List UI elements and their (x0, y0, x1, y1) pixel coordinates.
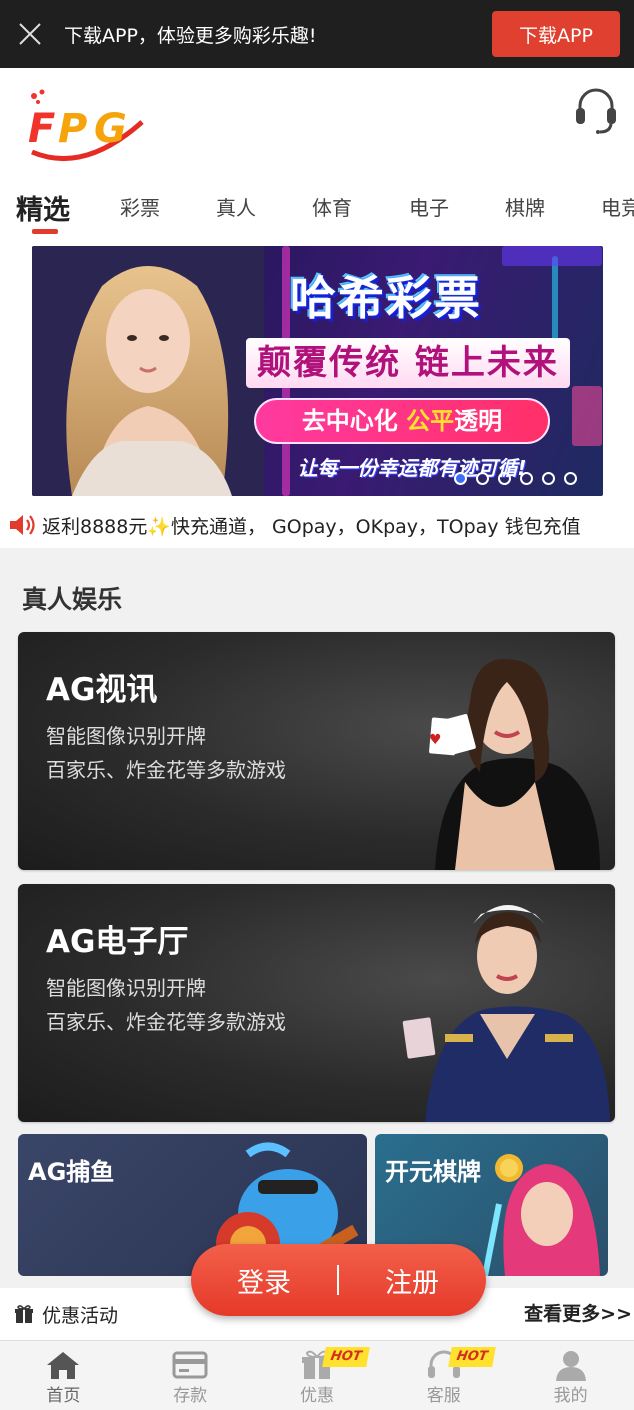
card-desc-line2: 百家乐、炸金花等多款游戏 (46, 758, 286, 782)
card-icon (172, 1351, 208, 1379)
carousel-dots (454, 472, 577, 485)
hot-badge: HOT (321, 1347, 370, 1367)
nav-profile[interactable]: 我的 (507, 1341, 634, 1410)
nav-label: 优惠 (299, 1386, 334, 1406)
tagline-end: 透明 (454, 407, 503, 435)
category-tabs: 精选 彩票 真人 体育 电子 棋牌 电竞 (0, 178, 634, 240)
svg-text:G: G (94, 106, 127, 152)
register-button[interactable]: 注册 (339, 1261, 485, 1300)
carousel-dot[interactable] (520, 472, 533, 485)
download-app-bar: 下载APP，体验更多购彩乐趣! 下载APP (0, 0, 634, 68)
bottom-nav: 首页 存款 HOT 优惠 HOT 客服 我的 (0, 1340, 634, 1410)
notice-marquee[interactable]: 返利8888元✨快充通道， GOpay，OKpay，TOpay 钱包充值 (0, 502, 634, 548)
character-image (482, 1154, 600, 1276)
view-more-link[interactable]: 查看更多>> (524, 1299, 632, 1326)
card-desc-line2: 百家乐、炸金花等多款游戏 (46, 1010, 286, 1034)
banner-subtitle: 颠覆传统 链上未来 (246, 338, 570, 388)
carousel-dot[interactable] (454, 472, 467, 485)
svg-text:P: P (58, 106, 87, 152)
tab-cards[interactable]: 棋牌 (505, 192, 545, 221)
header: F P G (0, 68, 634, 178)
banner-slide[interactable]: 哈希彩票 颠覆传统 链上未来 去中心化 公平透明 让每一份幸运都有迹可循! (32, 246, 603, 496)
tagline-part: 去中心化 (301, 407, 407, 435)
tab-slots[interactable]: 电子 (409, 192, 449, 221)
download-app-button[interactable]: 下载APP (492, 11, 620, 57)
card-desc-line1: 智能图像识别开牌 (46, 724, 206, 748)
card-desc-line1: 智能图像识别开牌 (46, 976, 206, 1000)
card-title: AG捕鱼 (28, 1158, 115, 1186)
svg-text:♥: ♥ (429, 732, 442, 748)
carousel-dot[interactable] (476, 472, 489, 485)
login-button[interactable]: 登录 (191, 1261, 337, 1300)
tab-esports[interactable]: 电竞 (601, 192, 634, 221)
nav-home[interactable]: 首页 (0, 1341, 127, 1410)
dealer-image (402, 905, 610, 1122)
carousel-dot[interactable] (498, 472, 511, 485)
tab-sports[interactable]: 体育 (312, 192, 352, 221)
nav-label: 客服 (426, 1386, 461, 1406)
svg-text:F: F (28, 106, 55, 152)
section-title: 真人娱乐 (22, 585, 123, 614)
banner-model-image (32, 246, 264, 496)
nav-label: 我的 (553, 1386, 588, 1406)
nav-promotions[interactable]: HOT 优惠 (254, 1341, 381, 1410)
active-tab-indicator (32, 229, 58, 234)
tab-live[interactable]: 真人 (216, 192, 256, 221)
home-icon (47, 1352, 80, 1379)
notice-text: 返利8888元✨快充通道， GOpay，OKpay，TOpay 钱包充值 (42, 515, 581, 538)
nav-label: 存款 (173, 1386, 208, 1406)
game-card-ag-slots[interactable]: AG电子厅 智能图像识别开牌 百家乐、炸金花等多款游戏 (18, 884, 615, 1122)
game-card-ag-live[interactable]: ♥ AG视讯 智能图像识别开牌 百家乐、炸金花等多款游戏 (18, 632, 615, 870)
banner-carousel: 哈希彩票 颠覆传统 链上未来 去中心化 公平透明 让每一份幸运都有迹可循! (0, 240, 634, 502)
card-title: AG电子厅 (46, 924, 189, 960)
banner-title: 哈希彩票 (290, 271, 482, 325)
nav-label: 首页 (46, 1386, 81, 1406)
nav-deposit[interactable]: 存款 (127, 1341, 254, 1410)
site-logo[interactable]: F P G (24, 86, 148, 166)
close-icon[interactable] (0, 0, 60, 68)
tab-featured[interactable]: 精选 (16, 188, 70, 227)
download-message: 下载APP，体验更多购彩乐趣! (64, 24, 317, 47)
card-title: 开元棋牌 (385, 1158, 481, 1186)
hot-badge: HOT (448, 1347, 497, 1367)
tagline-highlight: 公平 (406, 407, 455, 435)
gift-icon (15, 1305, 33, 1323)
card-title: AG视讯 (46, 672, 158, 708)
carousel-dot[interactable] (564, 472, 577, 485)
dealer-image: ♥ (429, 658, 600, 870)
speaker-icon (10, 515, 35, 535)
user-icon (555, 1351, 586, 1381)
tab-lottery[interactable]: 彩票 (120, 192, 160, 221)
carousel-dot[interactable] (542, 472, 555, 485)
nav-support[interactable]: HOT 客服 (380, 1341, 507, 1410)
auth-pill: 登录 注册 (191, 1244, 486, 1316)
headset-icon[interactable] (574, 84, 618, 134)
banner-tagline: 去中心化 公平透明 (254, 398, 550, 444)
promotions-label: 优惠活动 (42, 1305, 119, 1327)
